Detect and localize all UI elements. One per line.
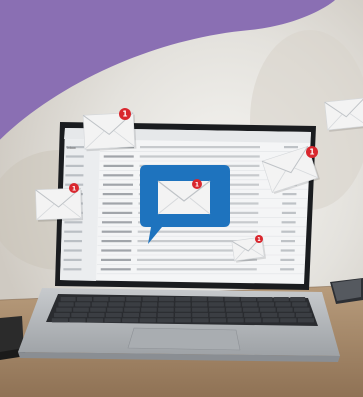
notification-badge-count: 1 (122, 110, 127, 119)
envelope-edge-right (324, 97, 363, 132)
notification-badge-count: 1 (257, 237, 261, 243)
phone (330, 278, 363, 304)
keyboard-keys (51, 297, 314, 323)
notification-badge-count: 1 (309, 148, 314, 157)
notification-badge-count: 1 (72, 185, 76, 192)
email-notification-scene: Inbox 1 1 1 1 1 (0, 0, 363, 397)
trackpad (127, 327, 241, 351)
inbox-label: Inbox (67, 146, 76, 150)
notification-badge-count: 1 (195, 182, 199, 189)
